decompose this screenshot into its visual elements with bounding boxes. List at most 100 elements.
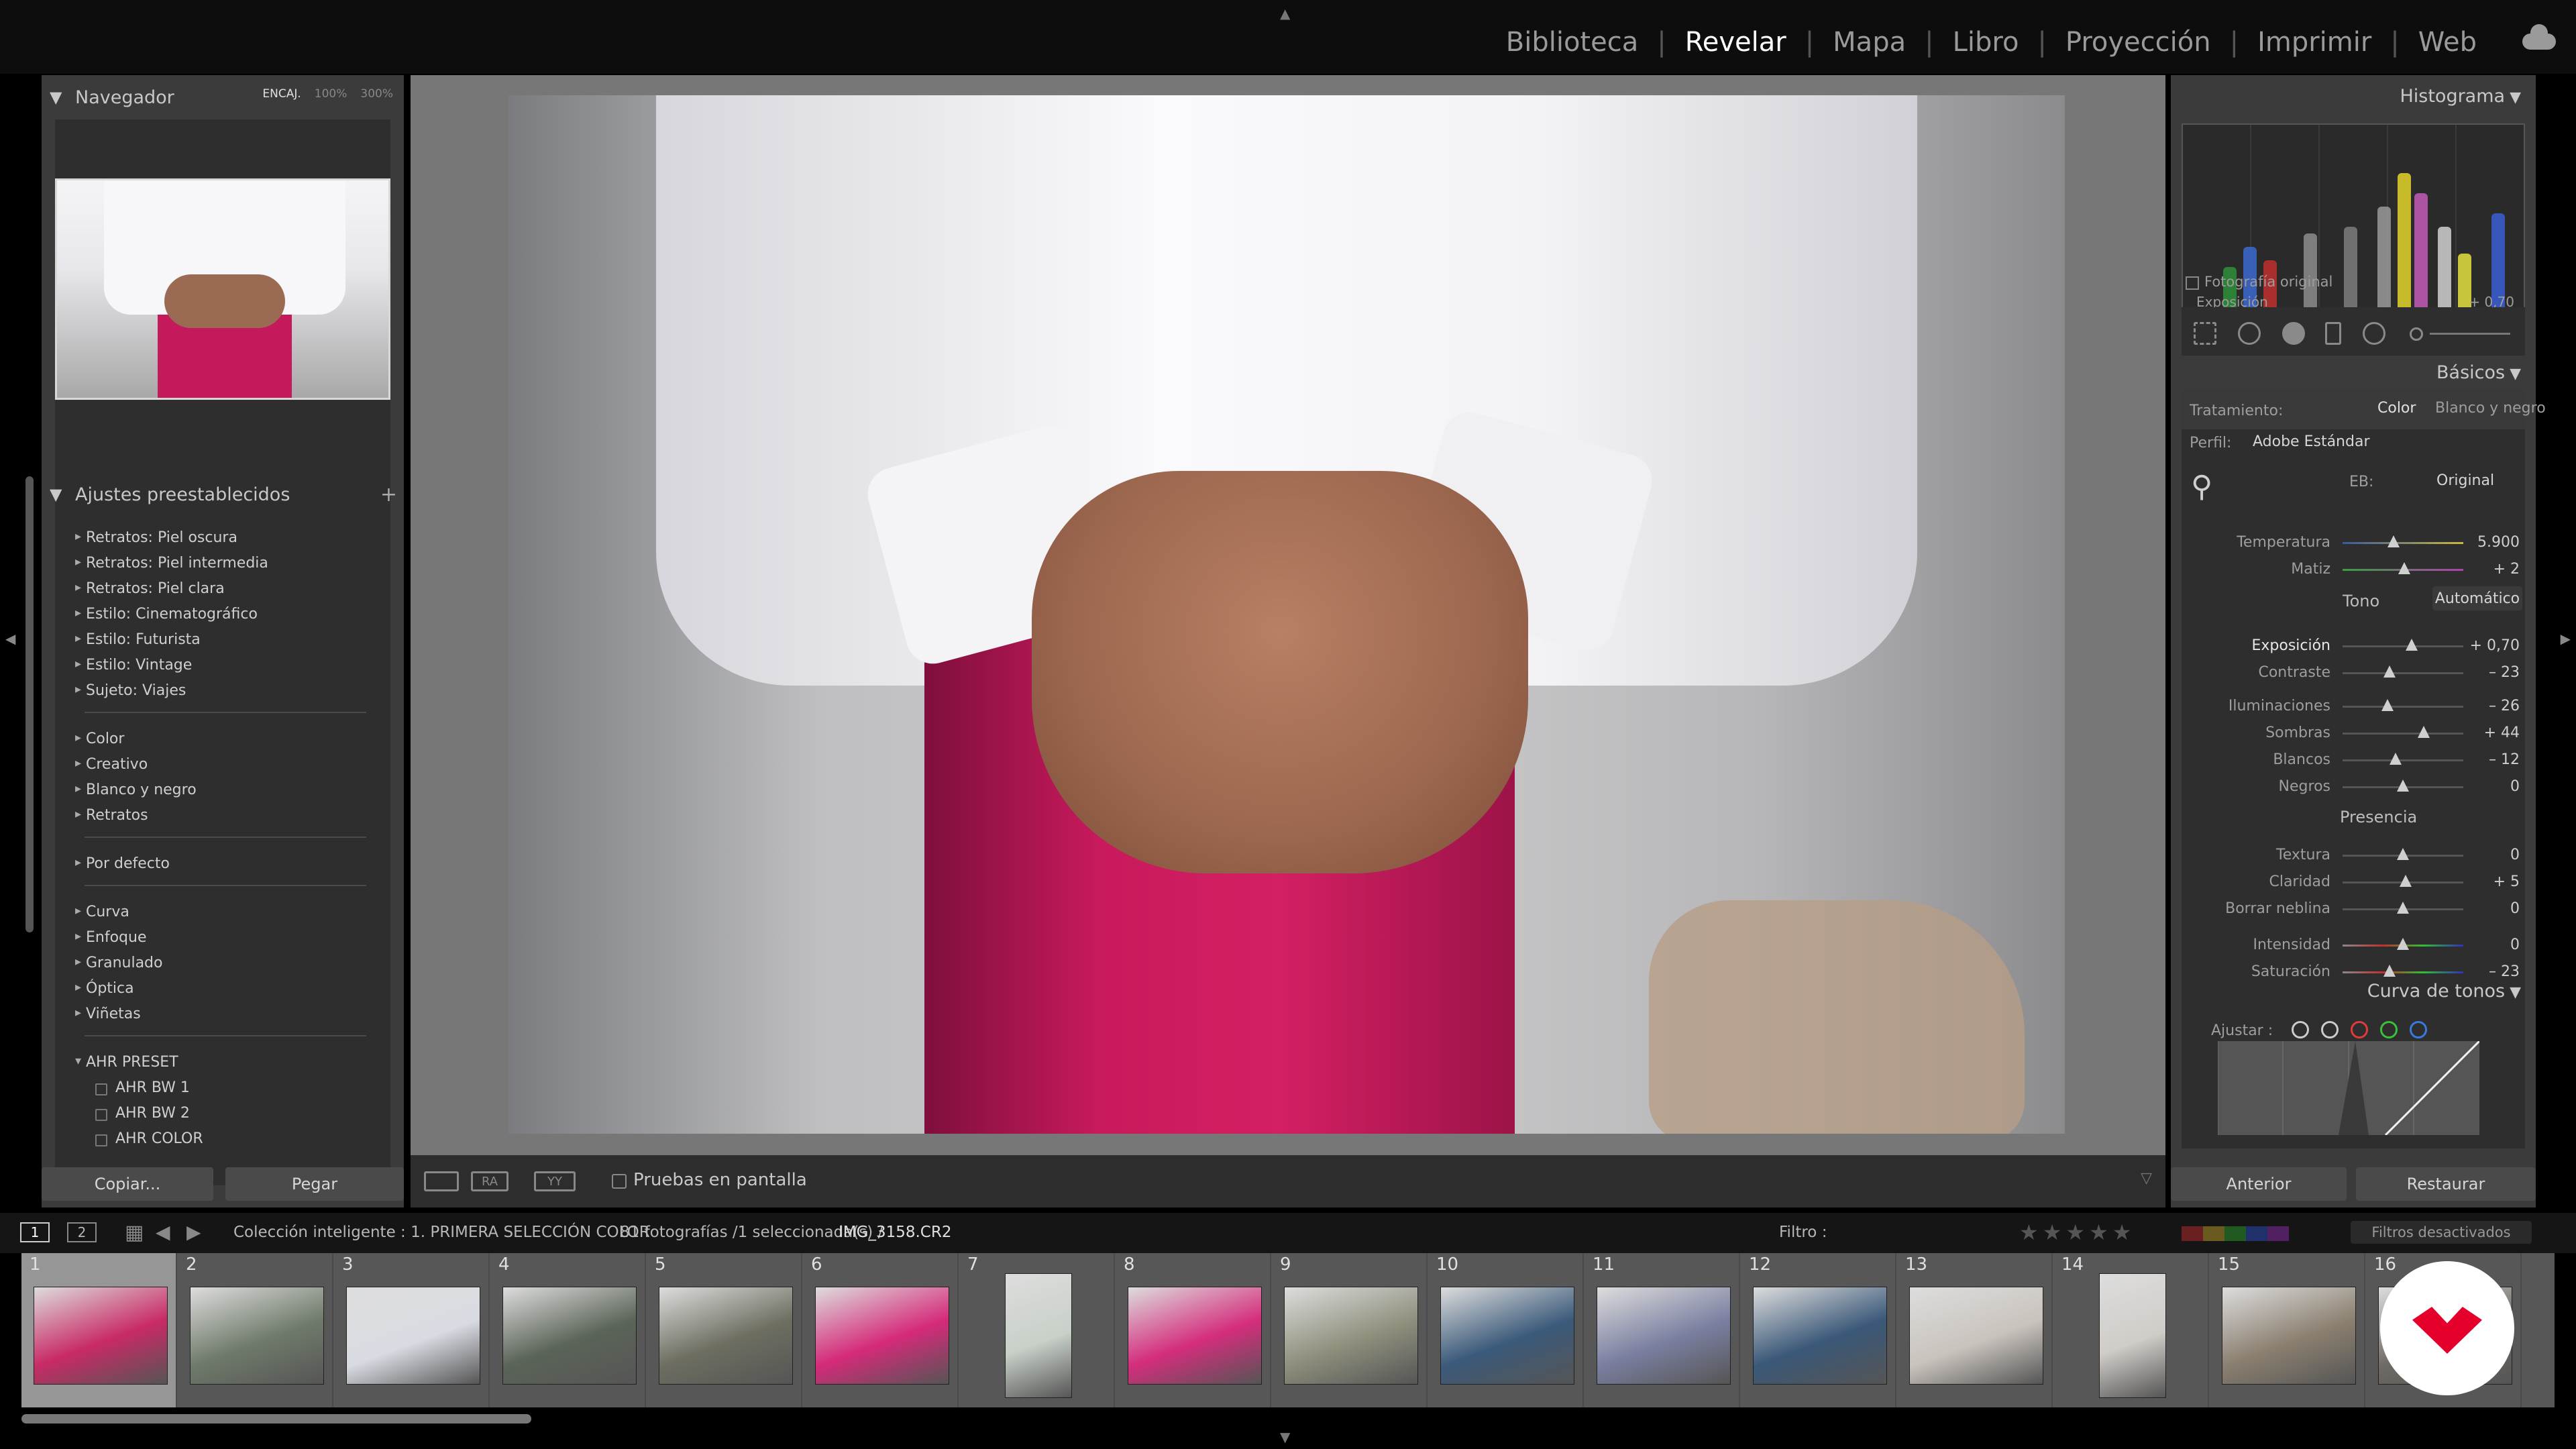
main-photo[interactable] (508, 95, 2065, 1134)
collapse-bottom-arrow-icon[interactable]: ▼ (1280, 1429, 1290, 1445)
preset-folder[interactable]: Retratos: Piel intermedia (75, 555, 268, 572)
slider-knob[interactable] (2397, 902, 2409, 914)
preset-folder[interactable]: Estilo: Futurista (75, 631, 201, 648)
color-label-filter[interactable] (2182, 1226, 2289, 1241)
collection-label[interactable]: Colección inteligente : 1. PRIMERA SELEC… (233, 1224, 650, 1241)
treatment-color[interactable]: Color (2377, 400, 2416, 417)
slider-knob[interactable] (2397, 848, 2409, 860)
slider-track[interactable] (2343, 665, 2463, 678)
left-panel-toggle-icon[interactable]: ◀ (5, 631, 15, 647)
cloud-icon[interactable] (2522, 24, 2556, 50)
slider-track[interactable] (2343, 535, 2463, 547)
slider-value[interactable]: 0 (2510, 900, 2520, 917)
loupe-view-icon[interactable] (424, 1171, 459, 1191)
healing-tool-icon[interactable] (2238, 322, 2261, 345)
copy-button[interactable]: Copiar... (42, 1167, 213, 1201)
filmstrip-thumbnail[interactable]: 1 (21, 1253, 177, 1407)
presets-header[interactable]: ▼ Ajustes preestablecidos + (42, 472, 404, 517)
slider-knob[interactable] (2399, 875, 2412, 887)
curve-red-icon[interactable] (2351, 1021, 2368, 1038)
back-arrow-icon[interactable]: ◀ (156, 1221, 170, 1243)
redeye-tool-icon[interactable] (2282, 322, 2305, 345)
slider-value[interactable]: – 26 (2489, 698, 2520, 714)
slider-value[interactable]: + 0,70 (2470, 637, 2520, 654)
preset-folder[interactable]: Estilo: Vintage (75, 657, 192, 674)
slider-track[interactable] (2343, 753, 2463, 765)
right-panel-toggle-icon[interactable]: ▶ (2561, 631, 2571, 647)
slider-value[interactable]: + 2 (2493, 561, 2520, 578)
collapse-top-arrow-icon[interactable]: ▲ (1280, 5, 1290, 21)
slider-track[interactable] (2343, 875, 2463, 887)
filmstrip-thumbnail[interactable]: 15 (2210, 1253, 2365, 1407)
preset-folder[interactable]: Por defecto (75, 855, 170, 872)
filmstrip-thumbnail[interactable]: 6 (803, 1253, 959, 1407)
navigator-header[interactable]: ▼ Navegador ENCAJ. 100% 300% (42, 75, 404, 119)
brush-size-slider[interactable] (2430, 333, 2510, 335)
module-revelar[interactable]: Revelar (1666, 27, 1805, 58)
forward-arrow-icon[interactable]: ▶ (186, 1221, 201, 1243)
preset-folder[interactable]: Óptica (75, 980, 134, 997)
module-imprimir[interactable]: Imprimir (2239, 27, 2390, 58)
slider-value[interactable]: 0 (2510, 847, 2520, 863)
module-libro[interactable]: Libro (1934, 27, 2038, 58)
filmstrip-scrollbar[interactable] (21, 1414, 531, 1424)
preset-folder[interactable]: Retratos: Piel oscura (75, 529, 237, 546)
slider-track[interactable] (2343, 699, 2463, 711)
slider-knob[interactable] (2405, 639, 2418, 651)
slider-value[interactable]: 5.900 (2477, 534, 2520, 551)
tone-curve-title[interactable]: Curva de tonos (2367, 981, 2521, 1002)
slider-track[interactable] (2343, 938, 2463, 950)
preset-folder[interactable]: Retratos: Piel clara (75, 580, 225, 597)
zoom-fit[interactable]: ENCAJ. (262, 87, 301, 101)
slider-value[interactable]: + 5 (2493, 873, 2520, 890)
filmstrip-thumbnail[interactable]: 7 (959, 1253, 1115, 1407)
filmstrip-thumbnail[interactable]: 13 (1897, 1253, 2053, 1407)
rating-filter-stars[interactable]: ★★★★★ (2019, 1220, 2135, 1245)
slider-track[interactable] (2343, 562, 2463, 574)
filmstrip-thumbnail[interactable]: 12 (1741, 1253, 1896, 1407)
slider-value[interactable]: + 44 (2484, 724, 2520, 741)
preset-item[interactable]: AHR BW 1 (95, 1079, 190, 1096)
filmstrip-thumbnail[interactable]: 3 (334, 1253, 490, 1407)
preset-folder[interactable]: Retratos (75, 807, 148, 824)
brush-tool-icon[interactable] (2410, 327, 2423, 341)
preset-folder[interactable]: Sujeto: Viajes (75, 682, 186, 699)
left-panel-scrollbar[interactable] (25, 476, 34, 932)
filmstrip-thumbnail[interactable]: 10 (1428, 1253, 1584, 1407)
slider-track[interactable] (2343, 780, 2463, 792)
crop-tool-icon[interactable] (2194, 322, 2216, 345)
preset-folder[interactable]: Color (75, 731, 125, 747)
zoom-300[interactable]: 300% (360, 87, 393, 101)
preset-folder[interactable]: Estilo: Cinematográfico (75, 606, 258, 623)
filmstrip-thumbnail[interactable]: 14 (2053, 1253, 2209, 1407)
navigator-preview[interactable] (55, 178, 390, 400)
eyedropper-icon[interactable]: ⚲ (2191, 470, 2229, 507)
auto-button[interactable]: Automático (2432, 586, 2522, 610)
tone-curve-graph[interactable] (2218, 1041, 2479, 1135)
slider-track[interactable] (2343, 726, 2463, 738)
reset-button[interactable]: Restaurar (2356, 1167, 2536, 1201)
previous-button[interactable]: Anterior (2171, 1167, 2347, 1201)
curve-rgb-icon[interactable] (2321, 1021, 2339, 1038)
preset-folder[interactable]: Blanco y negro (75, 782, 197, 798)
wb-value[interactable]: Original (2436, 472, 2494, 489)
slider-value[interactable]: – 23 (2489, 664, 2520, 681)
radial-filter-icon[interactable] (2363, 322, 2385, 345)
zoom-100[interactable]: 100% (315, 87, 347, 101)
slider-track[interactable] (2343, 639, 2463, 651)
preset-folder[interactable]: Curva (75, 904, 129, 920)
preset-folder[interactable]: Enfoque (75, 929, 146, 946)
add-preset-icon[interactable]: + (380, 483, 397, 506)
basics-title[interactable]: Básicos (2436, 362, 2521, 383)
module-biblioteca[interactable]: Biblioteca (1487, 27, 1657, 58)
module-mapa[interactable]: Mapa (1814, 27, 1925, 58)
filmstrip-thumbnail[interactable]: 5 (647, 1253, 802, 1407)
slider-value[interactable]: 0 (2510, 778, 2520, 795)
preset-folder[interactable]: Viñetas (75, 1006, 141, 1022)
slider-track[interactable] (2343, 848, 2463, 860)
window-2-button[interactable]: 2 (67, 1222, 97, 1242)
slider-knob[interactable] (2397, 938, 2409, 950)
filter-dropdown[interactable]: Filtros desactivados (2351, 1221, 2532, 1244)
before-after-icon[interactable]: YY (534, 1171, 576, 1191)
filmstrip-thumbnail[interactable]: 4 (490, 1253, 646, 1407)
